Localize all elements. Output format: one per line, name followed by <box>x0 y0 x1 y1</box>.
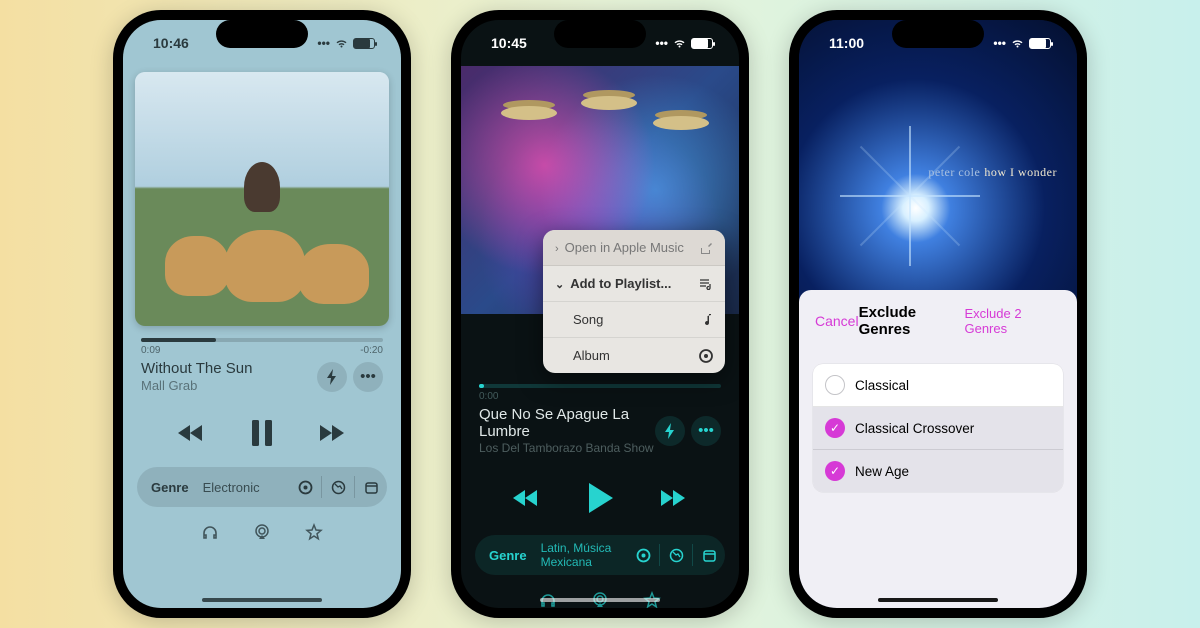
calendar-icon[interactable] <box>355 480 387 495</box>
dynamic-island <box>892 20 984 48</box>
airplay-icon[interactable] <box>253 523 271 541</box>
more-button[interactable]: ••• <box>353 362 383 392</box>
next-button[interactable] <box>659 487 689 509</box>
genre-list: Classical ✓ Classical Crossover ✓ New Ag… <box>813 364 1063 492</box>
wifi-icon <box>672 38 687 49</box>
genre-value: Electronic <box>203 480 289 495</box>
time-elapsed: 0:09 <box>141 345 160 356</box>
pause-button[interactable] <box>250 419 274 447</box>
status-time: 10:46 <box>153 35 189 51</box>
checkbox-checked-icon: ✓ <box>825 461 845 481</box>
disc-icon <box>699 349 713 363</box>
exclude-action-button[interactable]: Exclude 2 Genres <box>964 306 1061 336</box>
genre-row-classical-crossover[interactable]: ✓ Classical Crossover <box>813 407 1063 450</box>
menu-album[interactable]: Album <box>543 338 725 373</box>
home-indicator[interactable] <box>878 598 998 602</box>
genre-pill[interactable]: Genre Electronic <box>137 467 387 507</box>
globe-icon[interactable] <box>660 548 692 563</box>
next-button[interactable] <box>318 422 348 444</box>
track-title: Without The Sun <box>141 360 252 377</box>
headphones-icon[interactable] <box>201 523 219 541</box>
status-time: 10:45 <box>491 35 527 51</box>
status-time: 11:00 <box>829 35 864 51</box>
battery-icon <box>691 38 713 49</box>
phone-sheet: 11:00 ••• peter colehow I wonder Cancel … <box>789 10 1087 618</box>
sheet-title: Exclude Genres <box>859 304 965 338</box>
transport <box>461 481 739 515</box>
progress[interactable]: 0:09 -0:20 <box>141 338 383 356</box>
dynamic-island <box>554 20 646 48</box>
menu-open-apple-music[interactable]: ›Open in Apple Music <box>543 230 725 266</box>
battery-icon <box>353 38 375 49</box>
prev-button[interactable] <box>511 487 541 509</box>
album-art[interactable] <box>135 72 389 326</box>
battery-icon <box>1029 38 1051 49</box>
home-indicator[interactable] <box>540 598 660 602</box>
track-row: Without The Sun Mall Grab ••• <box>141 360 383 393</box>
menu-song[interactable]: Song <box>543 302 725 338</box>
checkbox-unchecked-icon <box>825 375 845 395</box>
track-artist: Los Del Tamborazo Banda Show <box>479 441 655 455</box>
album-text: peter colehow I wonder <box>928 165 1057 180</box>
playlist-icon <box>699 278 713 290</box>
time-remaining: -0:20 <box>360 345 383 356</box>
play-button[interactable] <box>585 481 615 515</box>
globe-icon[interactable] <box>322 480 354 495</box>
wifi-icon <box>334 38 349 49</box>
track-row: Que No Se Apague La Lumbre Los Del Tambo… <box>479 406 721 455</box>
genre-label: Genre <box>475 548 541 563</box>
genre-row-new-age[interactable]: ✓ New Age <box>813 450 1063 492</box>
wifi-icon <box>1010 38 1025 49</box>
genre-row-classical[interactable]: Classical <box>813 364 1063 407</box>
record-icon[interactable] <box>289 480 321 495</box>
context-menu: ›Open in Apple Music ⌄Add to Playlist...… <box>543 230 725 373</box>
bolt-button[interactable] <box>655 416 685 446</box>
cancel-button[interactable]: Cancel <box>815 313 859 329</box>
bolt-button[interactable] <box>317 362 347 392</box>
note-icon <box>703 313 713 327</box>
home-indicator[interactable] <box>202 598 322 602</box>
genre-value: Latin, Música Mexicana <box>541 541 627 569</box>
more-button[interactable]: ••• <box>691 416 721 446</box>
track-artist: Mall Grab <box>141 378 252 393</box>
status-icons: ••• <box>655 36 713 50</box>
track-title: Que No Se Apague La Lumbre <box>479 406 655 440</box>
genre-label: Genre <box>137 480 203 495</box>
progress[interactable]: 0:00 <box>479 384 721 402</box>
dynamic-island <box>216 20 308 48</box>
status-icons: ••• <box>993 36 1051 50</box>
calendar-icon[interactable] <box>693 548 725 563</box>
phone-dark: 10:45 ••• ›Open in Apple Music ⌄Add to P… <box>451 10 749 618</box>
checkbox-checked-icon: ✓ <box>825 418 845 438</box>
star-icon[interactable] <box>305 523 323 541</box>
record-icon[interactable] <box>627 548 659 563</box>
phone-light: 10:46 ••• 0:09 -0:20 Without The Sun <box>113 10 411 618</box>
genre-pill[interactable]: Genre Latin, Música Mexicana <box>475 535 725 575</box>
transport <box>123 419 401 447</box>
exclude-genres-sheet: Cancel Exclude Genres Exclude 2 Genres C… <box>799 290 1077 608</box>
bottom-row <box>123 523 401 541</box>
time-elapsed: 0:00 <box>479 391 498 402</box>
prev-button[interactable] <box>176 422 206 444</box>
share-icon <box>699 241 713 255</box>
status-icons: ••• <box>317 36 375 50</box>
menu-add-to-playlist[interactable]: ⌄Add to Playlist... <box>543 266 725 302</box>
